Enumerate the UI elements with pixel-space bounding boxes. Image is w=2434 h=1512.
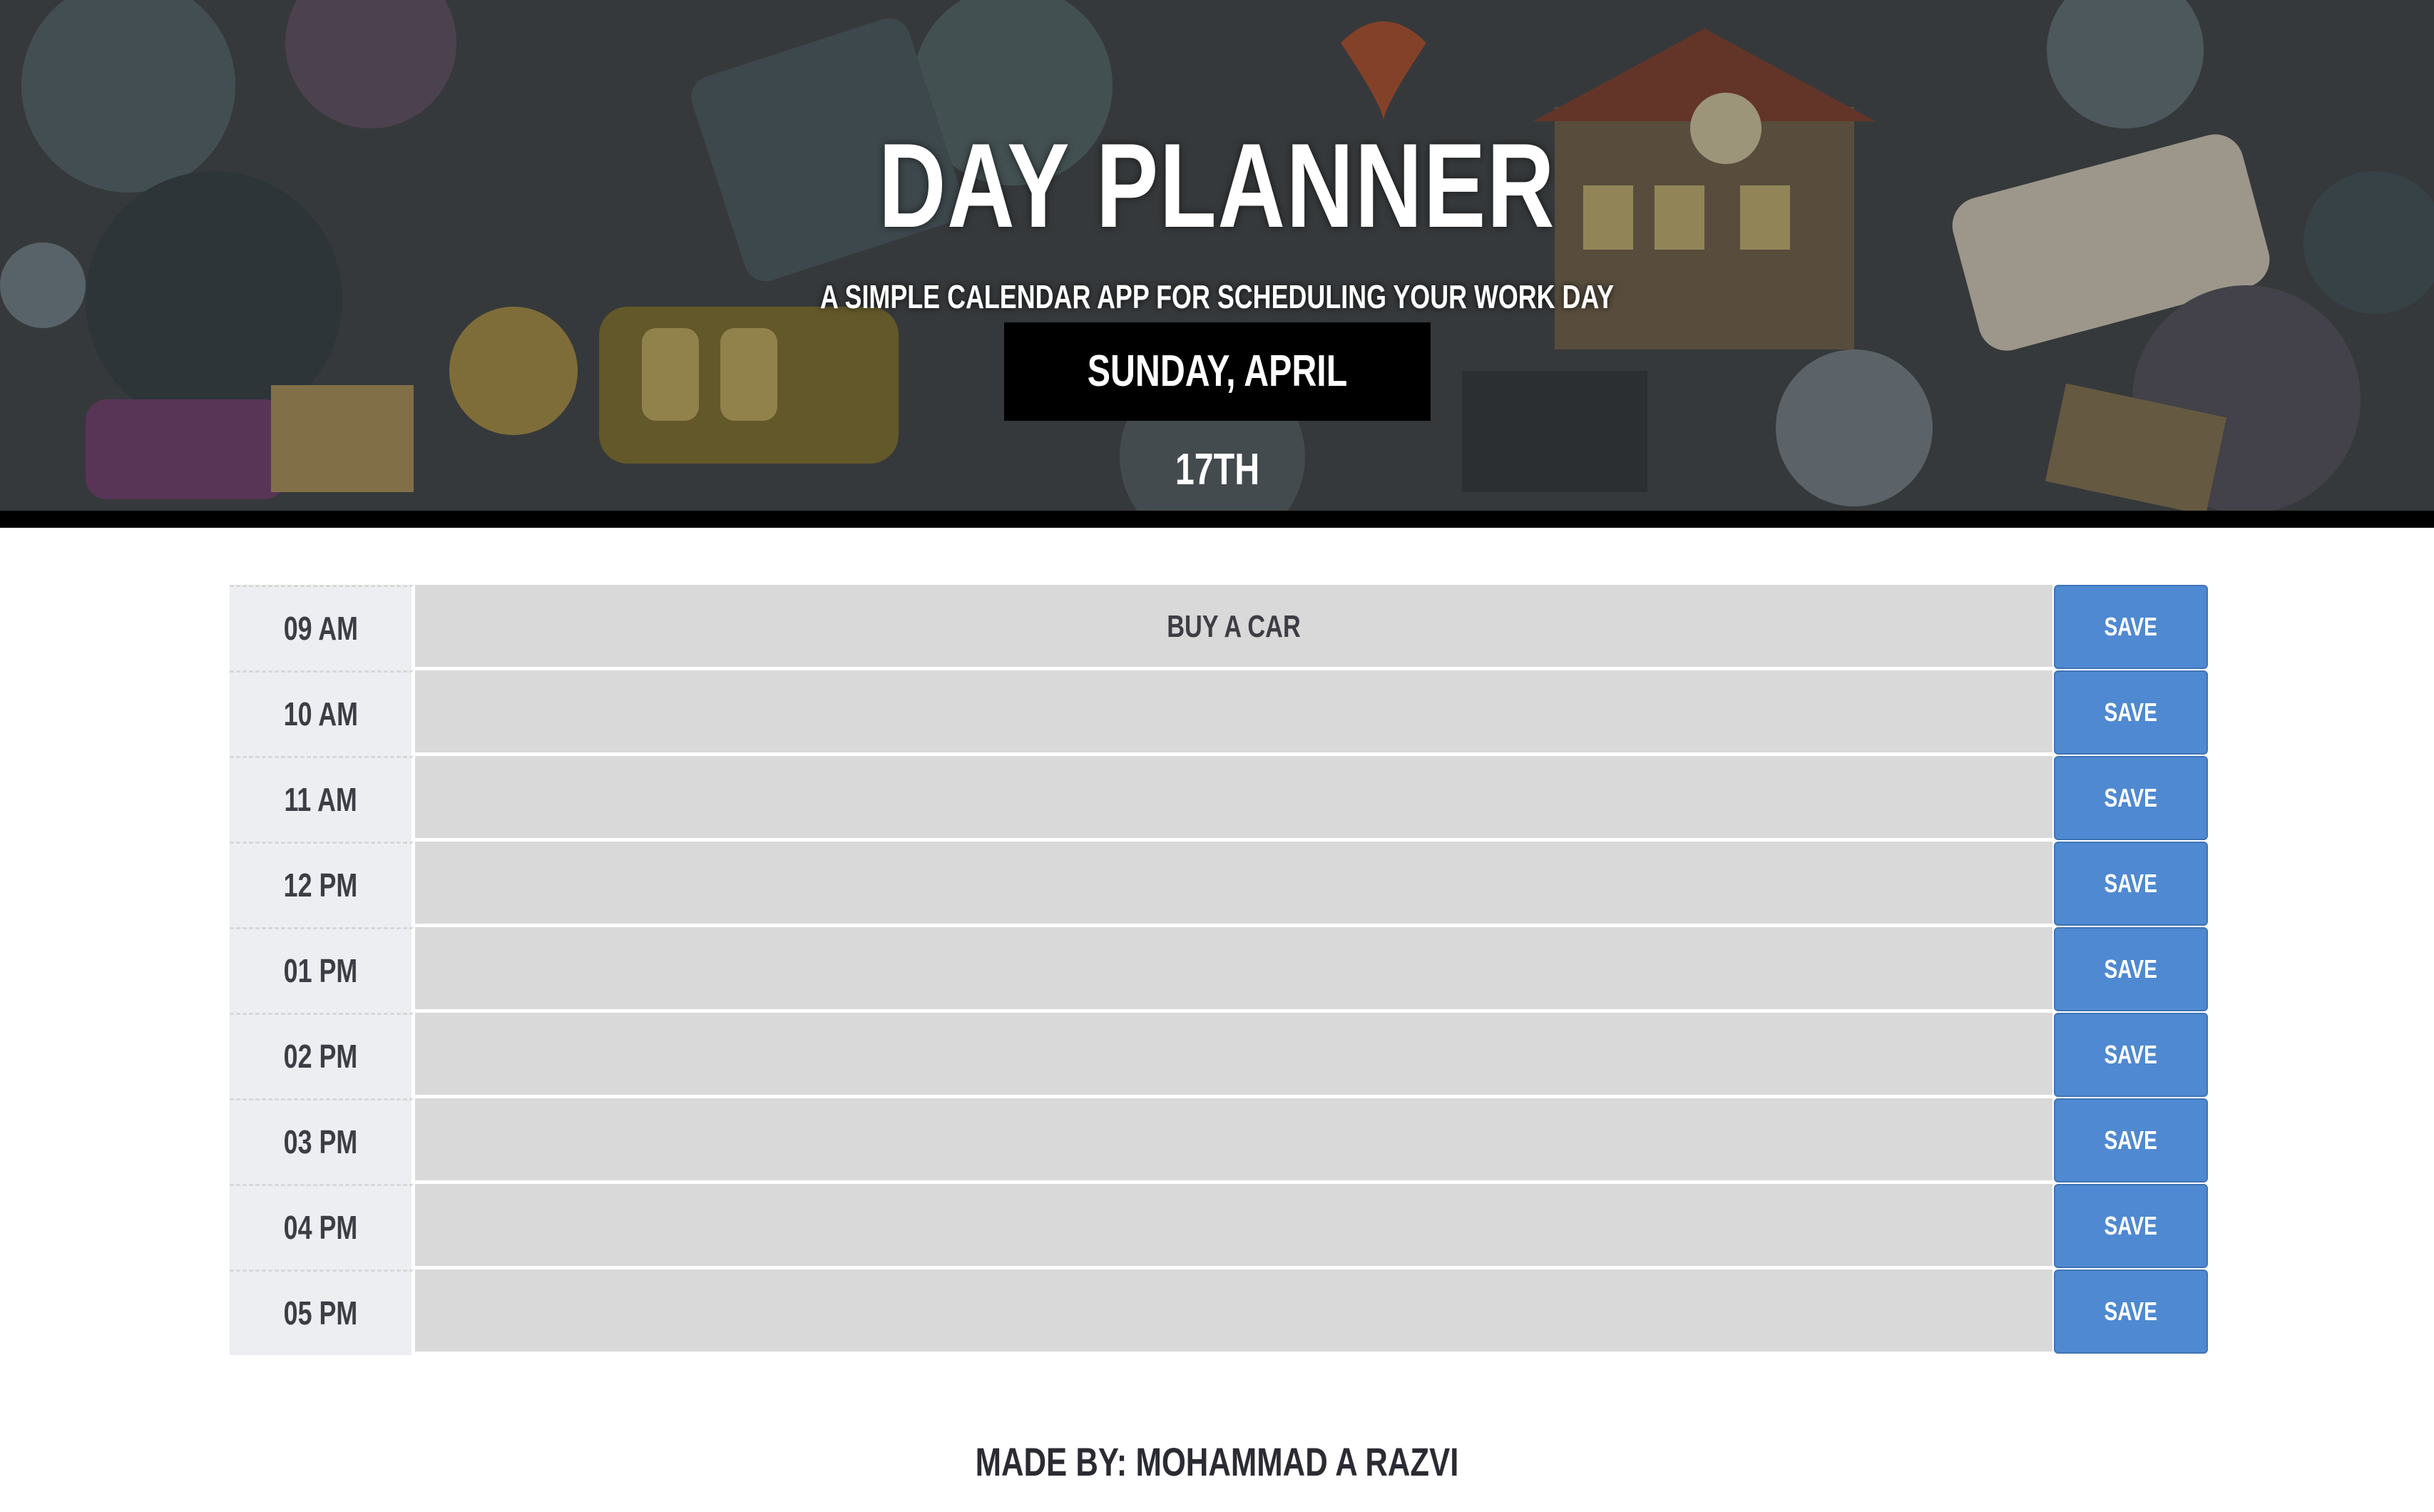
event-description-input[interactable] <box>415 1184 2052 1268</box>
hour-label: 09 AM <box>230 585 414 670</box>
save-button[interactable]: SAVE <box>2054 756 2208 840</box>
save-button[interactable]: SAVE <box>2054 1270 2208 1354</box>
page-subtitle: A simple calendar app for scheduling you… <box>819 278 1615 315</box>
event-description-input[interactable] <box>415 927 2052 1011</box>
timeblock-row-02pm: 02 PM SAVE <box>230 1013 2208 1098</box>
timeblock-row-03pm: 03 PM SAVE <box>230 1098 2208 1184</box>
save-button[interactable]: SAVE <box>2054 842 2208 926</box>
event-description-input[interactable] <box>415 842 2052 926</box>
footer-credit: Made by: Mohammad A Razvi <box>975 1439 1459 1484</box>
header-jumbotron: Day Planner A simple calendar app for sc… <box>0 0 2434 511</box>
save-button[interactable]: SAVE <box>2054 927 2208 1011</box>
hour-label: 10 AM <box>230 670 414 756</box>
timeblock-row-11am: 11 AM SAVE <box>230 756 2208 842</box>
hour-label: 12 PM <box>230 842 414 927</box>
event-description-input[interactable] <box>415 1270 2052 1354</box>
footer: Made by: Mohammad A Razvi <box>0 1434 2434 1491</box>
hour-label: 04 PM <box>230 1184 414 1270</box>
save-button[interactable]: SAVE <box>2054 585 2208 669</box>
save-button[interactable]: SAVE <box>2054 1184 2208 1268</box>
event-description-input[interactable]: BUY A CAR <box>415 585 2052 669</box>
hour-label: 11 AM <box>230 756 414 842</box>
save-button[interactable]: SAVE <box>2054 1013 2208 1097</box>
event-description-input[interactable] <box>415 1013 2052 1097</box>
header-divider <box>0 511 2434 528</box>
save-button[interactable]: SAVE <box>2054 670 2208 755</box>
page-title: Day Planner <box>878 118 1556 252</box>
save-button[interactable]: SAVE <box>2054 1098 2208 1182</box>
timeblock-row-04pm: 04 PM SAVE <box>230 1184 2208 1270</box>
event-description-input[interactable] <box>415 670 2052 755</box>
event-description-input[interactable] <box>415 1098 2052 1182</box>
hour-label: 05 PM <box>230 1270 414 1355</box>
timeblock-row-10am: 10 AM SAVE <box>230 670 2208 756</box>
timeblock-container: 09 AM BUY A CAR SAVE 10 AM SAVE 11 AM SA… <box>230 585 2208 1355</box>
hour-label: 01 PM <box>230 927 414 1013</box>
timeblock-row-05pm: 05 PM SAVE <box>230 1270 2208 1355</box>
current-day: Sunday, April 17th <box>1087 347 1348 494</box>
hour-label: 03 PM <box>230 1098 414 1184</box>
event-description-input[interactable] <box>415 756 2052 840</box>
timeblock-row-09am: 09 AM BUY A CAR SAVE <box>230 585 2208 670</box>
timeblock-row-12pm: 12 PM SAVE <box>230 842 2208 927</box>
timeblock-row-01pm: 01 PM SAVE <box>230 927 2208 1013</box>
current-day-box: Sunday, April 17th <box>1004 322 1431 494</box>
hour-label: 02 PM <box>230 1013 414 1098</box>
